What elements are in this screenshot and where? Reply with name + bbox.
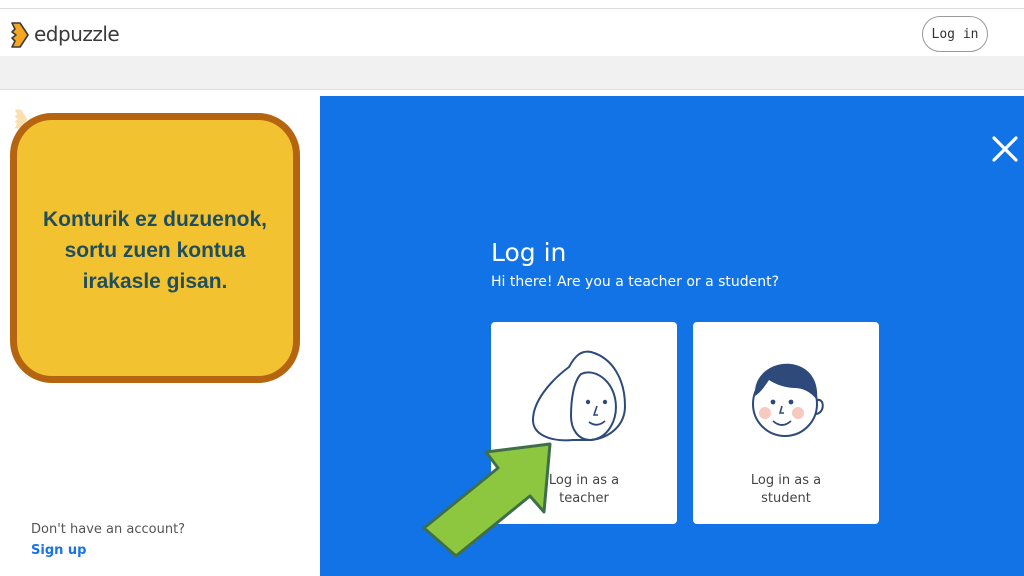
student-card-label: Log in as a student: [750, 473, 822, 506]
instruction-callout: Konturik ez duzuenok, sortu zuen kontua …: [10, 113, 300, 383]
top-navbar: edpuzzle Log in: [0, 8, 1024, 56]
close-icon[interactable]: [990, 134, 1020, 164]
green-arrow-icon: [422, 442, 552, 558]
no-account-text: Don't have an account?: [31, 522, 186, 537]
top-login-button[interactable]: Log in: [922, 16, 988, 52]
modal-title: Log in: [491, 238, 567, 267]
edpuzzle-logo-icon[interactable]: [10, 21, 30, 49]
callout-text: Konturik ez duzuenok, sortu zuen kontua …: [42, 208, 267, 293]
sub-toolbar: [0, 56, 1024, 90]
student-login-card[interactable]: Log in as a student: [693, 322, 879, 524]
signup-link[interactable]: Sign up: [31, 543, 86, 558]
modal-subtitle: Hi there! Are you a teacher or a student…: [491, 274, 780, 290]
brand-name[interactable]: edpuzzle: [34, 22, 120, 46]
student-avatar-icon: [752, 363, 824, 437]
